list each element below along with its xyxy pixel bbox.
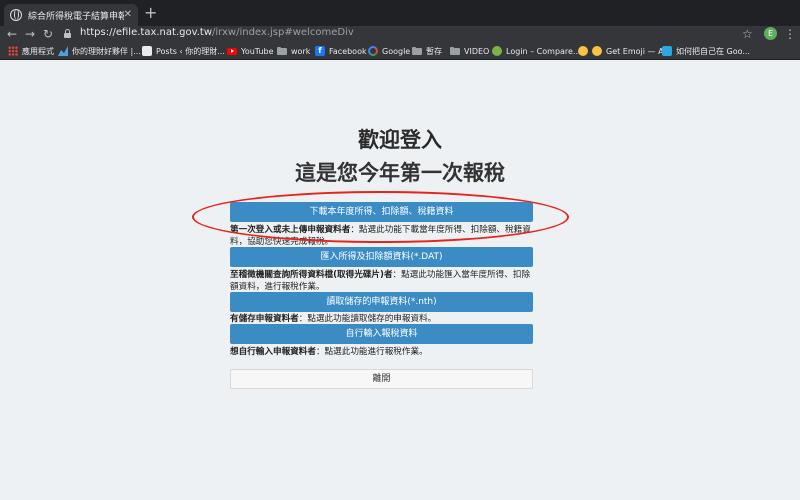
green-circle-icon — [492, 46, 502, 56]
chart-icon — [58, 46, 68, 56]
bookmark-apps[interactable]: 應用程式 — [8, 44, 54, 58]
apps-icon — [8, 46, 18, 56]
bookmark-temp[interactable]: 暫存 — [412, 44, 442, 58]
telegram-icon — [662, 46, 672, 56]
import-dat-button[interactable]: 匯入所得及扣除額資料(*.DAT) — [230, 247, 533, 267]
bookmark-google-howto[interactable]: 如何把自己在 Goo... — [662, 44, 750, 58]
browser-toolbar: ← → ↻ https://efile.tax.nat.gov.tw/irxw/… — [0, 26, 800, 42]
emoji-icon — [592, 46, 602, 56]
download-data-button[interactable]: 下載本年度所得、扣除額、稅籍資料 — [230, 202, 533, 222]
wordpress-icon — [142, 46, 152, 56]
tab-close-icon[interactable]: ✕ — [124, 10, 132, 20]
bookmark-label: Google — [382, 46, 411, 56]
profile-avatar[interactable]: E — [764, 27, 777, 40]
tab-title: 綜合所得稅電子結算申報繳稅系統 — [28, 11, 124, 22]
download-data-description: 第一次登入或未上傳申報資料者：點選此功能下載當年度所得、扣除額、稅籍資料，協助您… — [230, 224, 536, 248]
bookmark-label: Login – Compare... — [506, 46, 581, 56]
bookmark-label: work — [291, 46, 311, 56]
bookmark-login[interactable]: Login – Compare... — [492, 44, 581, 58]
tab-strip: 綜合所得稅電子結算申報繳稅系統 ✕ + — [0, 0, 800, 26]
manual-input-button[interactable]: 自行輸入報稅資料 — [230, 324, 533, 344]
load-saved-button[interactable]: 讀取儲存的申報資料(*.nth) — [230, 292, 533, 312]
bookmark-star-icon[interactable]: ☆ — [742, 26, 753, 42]
bookmark-label: 應用程式 — [22, 46, 54, 56]
bookmark-youtube[interactable]: YouTube — [227, 44, 274, 58]
folder-icon — [450, 46, 460, 56]
google-icon — [368, 46, 378, 56]
bookmark-emoji[interactable]: Get Emoji — A... — [578, 44, 671, 58]
bookmark-finance[interactable]: 你的理財好夥伴 |... — [58, 44, 141, 58]
description-text: ：點選此功能進行報稅作業。 — [315, 347, 428, 357]
description-text: ：點選此功能讀取儲存的申報資料。 — [298, 314, 437, 324]
description-heading: 至稽徵機關查詢所得資料檔(取得光碟片)者 — [230, 270, 393, 280]
bookmark-label: Facebook — [329, 46, 367, 56]
bookmark-work[interactable]: work — [277, 44, 310, 58]
globe-icon — [10, 9, 22, 21]
url-text: https://efile.tax.nat.gov.tw/irxw/index.… — [80, 27, 354, 38]
bookmark-label: 如何把自己在 Goo... — [676, 46, 751, 56]
bookmark-facebook[interactable]: f Facebook — [315, 44, 367, 58]
folder-icon — [412, 46, 422, 56]
import-dat-description: 至稽徵機關查詢所得資料檔(取得光碟片)者：點選此功能匯入當年度所得、扣除額資料，… — [230, 269, 536, 293]
facebook-icon: f — [315, 46, 325, 56]
forward-button[interactable]: → — [22, 26, 38, 42]
reload-button[interactable]: ↻ — [40, 26, 56, 42]
bookmarks-bar: 應用程式 你的理財好夥伴 |... Posts ‹ 你的理財... YouTub… — [0, 42, 800, 60]
address-bar[interactable]: https://efile.tax.nat.gov.tw/irxw/index.… — [60, 26, 760, 42]
description-heading: 第一次登入或未上傳申報資料者 — [230, 225, 351, 235]
new-tab-button[interactable]: + — [144, 5, 157, 21]
manual-input-description: 想自行輸入申報資料者：點選此功能進行報稅作業。 — [230, 346, 536, 358]
bookmark-google[interactable]: Google — [368, 44, 410, 58]
bookmark-label: Posts ‹ 你的理財... — [156, 46, 225, 56]
menu-icon[interactable]: ⋮ — [784, 26, 796, 42]
emoji-icon — [578, 46, 588, 56]
folder-icon — [277, 46, 287, 56]
bookmark-label: VIDEO — [464, 46, 490, 56]
url-host: https://efile.tax.nat.gov.tw — [80, 27, 213, 38]
url-path: /irxw/index.jsp#welcomeDiv — [212, 27, 354, 38]
description-heading: 想自行輸入申報資料者 — [230, 347, 316, 357]
bookmark-label: YouTube — [241, 46, 274, 56]
page-subtitle: 這是您今年第一次報稅 — [295, 161, 505, 185]
youtube-icon — [227, 47, 237, 55]
exit-button[interactable]: 離開 — [230, 369, 533, 389]
browser-tab[interactable]: 綜合所得稅電子結算申報繳稅系統 ✕ — [4, 4, 138, 26]
description-heading: 有儲存申報資料者 — [230, 314, 299, 324]
bookmark-label: 暫存 — [426, 46, 442, 56]
bookmark-label: 你的理財好夥伴 |... — [72, 46, 141, 56]
bookmark-posts[interactable]: Posts ‹ 你的理財... — [142, 44, 225, 58]
lock-icon — [64, 29, 71, 38]
back-button[interactable]: ← — [4, 26, 20, 42]
bookmark-video[interactable]: VIDEO — [450, 44, 489, 58]
page-title: 歡迎登入 — [358, 128, 442, 152]
